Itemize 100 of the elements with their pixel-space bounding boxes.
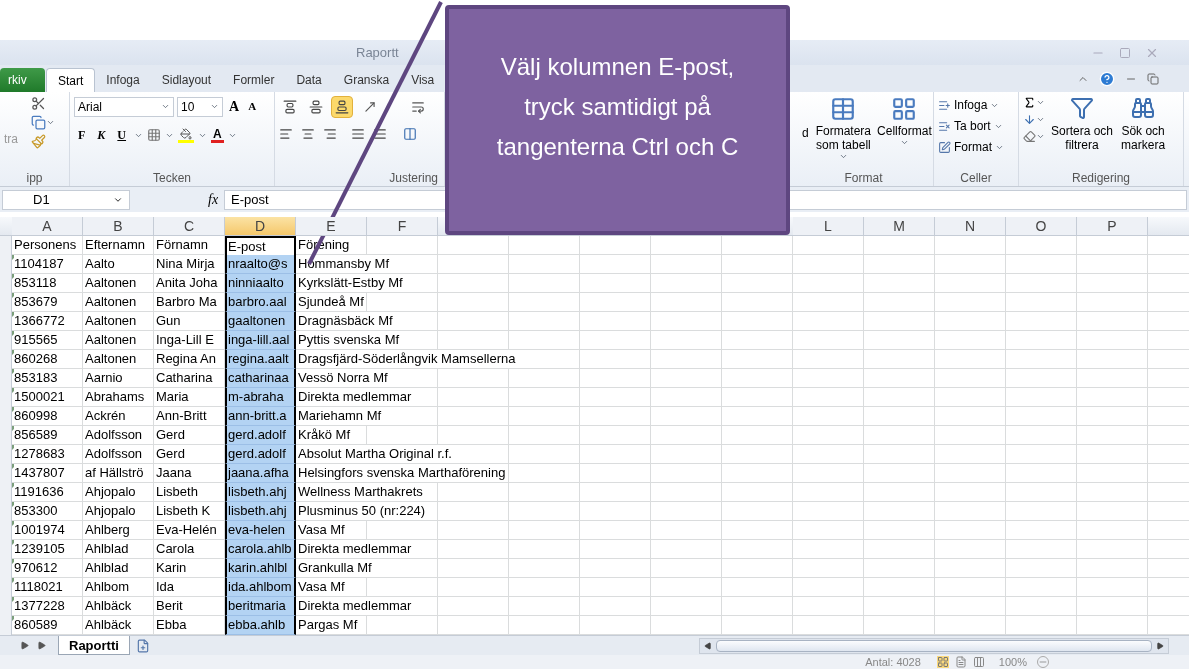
orientation-button[interactable]: [363, 100, 377, 114]
column-header[interactable]: B: [83, 217, 154, 236]
table-cell: nraalto@s: [225, 255, 296, 274]
table-cell: Absolut Martha Original r.f.: [298, 445, 452, 463]
grow-font-button[interactable]: A: [226, 96, 243, 117]
page-layout-view-icon[interactable]: [954, 656, 967, 668]
column-header[interactable]: A: [12, 217, 83, 236]
group-label: Justering: [389, 170, 438, 187]
copy-button[interactable]: [31, 115, 55, 130]
sheet-tab[interactable]: Raportti: [58, 636, 130, 655]
ribbon-small-button[interactable]: Ta bort: [938, 117, 1004, 135]
help-icon[interactable]: [1099, 71, 1115, 87]
last-sheet-icon[interactable]: [37, 641, 46, 650]
ribbon-tab[interactable]: Infoga: [95, 68, 151, 92]
file-tab[interactable]: rkiv: [0, 68, 45, 92]
table-cell: gaaltonen: [225, 312, 296, 331]
clear-button[interactable]: [1023, 130, 1045, 143]
ribbon-tab[interactable]: Sidlayout: [150, 68, 223, 92]
scissors-icon: [31, 96, 46, 111]
fill-button[interactable]: [1023, 113, 1045, 126]
font-family-field[interactable]: Arial: [74, 96, 174, 117]
indent-icon[interactable]: [351, 127, 365, 141]
column-header[interactable]: P: [1077, 217, 1148, 236]
column-header[interactable]: D: [225, 217, 296, 236]
column-header[interactable]: E: [296, 217, 367, 236]
ribbon-large-button[interactable]: Cellformat: [874, 96, 935, 147]
vertical-align-button[interactable]: [331, 96, 353, 118]
merge-cells-icon[interactable]: [403, 127, 417, 141]
fill-color-button[interactable]: [178, 127, 195, 143]
table-cell: Grankulla Mf: [298, 559, 372, 577]
table-cell: eva-helen: [225, 521, 296, 540]
table-cell: Direkta medlemmar: [298, 540, 412, 558]
group-label: Format: [844, 170, 883, 187]
ribbon-large-button[interactable]: Sortera och filtrera: [1049, 96, 1116, 152]
ribbon-large-button[interactable]: Sök och markera: [1119, 96, 1168, 152]
page-break-view-icon[interactable]: [972, 656, 985, 668]
ribbon-tab[interactable]: Start: [46, 68, 96, 92]
status-count: Antal: 4028: [865, 656, 921, 668]
column-header[interactable]: C: [154, 217, 225, 236]
table-cell: Plusminus 50 (nr:224): [298, 502, 426, 520]
group-label: ipp: [26, 170, 43, 187]
ribbon-tab[interactable]: Granska: [332, 68, 401, 92]
table-cell: regina.aalt: [225, 350, 296, 369]
paste-label: tra: [4, 131, 18, 148]
column-header[interactable]: M: [864, 217, 935, 236]
column-header[interactable]: F: [367, 217, 438, 236]
borders-button[interactable]: [147, 128, 162, 142]
table-cell: ann-britt.a: [225, 407, 296, 426]
sum-button[interactable]: [1023, 96, 1045, 109]
table-cell: ebba.ahlb: [225, 616, 296, 635]
table-cell: E-post: [225, 236, 296, 255]
binoculars-icon: [1131, 96, 1156, 120]
table-cell: catharinaa: [225, 369, 296, 388]
funnel-icon: [1070, 96, 1094, 120]
name-box[interactable]: D1: [2, 189, 130, 210]
column-header[interactable]: N: [935, 217, 1006, 236]
font-family-value: Arial: [78, 98, 102, 116]
window-title: Raportt: [356, 43, 399, 62]
paint-bucket-icon: [179, 127, 194, 140]
ribbon-tab[interactable]: Formler: [222, 68, 286, 92]
caret-icon: [210, 102, 219, 111]
font-style-button[interactable]: F: [74, 126, 90, 144]
column-header[interactable]: O: [1006, 217, 1077, 236]
insert-sheet-icon[interactable]: [135, 638, 150, 653]
copy-icon: [31, 115, 46, 130]
eraser-icon: [1023, 130, 1036, 143]
normal-view-icon[interactable]: [936, 656, 949, 668]
indent-icon[interactable]: [373, 127, 387, 141]
paintbrush-icon: [31, 134, 46, 149]
shrink-font-button[interactable]: A: [245, 98, 260, 115]
table-cell: barbro.aal: [225, 293, 296, 312]
caret-icon: [46, 118, 55, 127]
font-size-field[interactable]: 10: [177, 96, 223, 117]
align-icon: [283, 100, 297, 114]
align-center-icon[interactable]: [301, 127, 315, 141]
arrow-down-icon: [1023, 113, 1036, 126]
next-sheet-icon[interactable]: [20, 641, 29, 650]
group-label: Redigering: [1071, 170, 1130, 187]
ribbon-tab[interactable]: Visa: [400, 68, 446, 92]
restore-icon[interactable]: [1147, 73, 1159, 85]
align-left-icon[interactable]: [279, 127, 293, 141]
ribbon-small-button[interactable]: Format: [938, 138, 1004, 156]
column-header[interactable]: L: [793, 217, 864, 236]
ribbon-large-button[interactable]: Formatera som tabell: [812, 96, 875, 161]
ribbon-tab[interactable]: Data: [285, 68, 333, 92]
horizontal-scrollbar[interactable]: [699, 637, 1169, 654]
align-right-icon[interactable]: [323, 127, 337, 141]
ribbon-small-button[interactable]: Infoga: [938, 96, 1004, 114]
table-cell: Pyttis svenska Mf: [298, 331, 400, 349]
diagonal-arrow-icon: [363, 100, 377, 114]
fill-color-bar: [178, 139, 195, 143]
table-cell: m-abraha: [225, 388, 296, 407]
font-style-button[interactable]: U: [113, 126, 131, 144]
font-color-button[interactable]: A: [211, 127, 224, 143]
sigma-icon: [1023, 96, 1036, 109]
table-cell: Wellness Marthakrets: [298, 483, 423, 501]
font-style-button[interactable]: K: [93, 126, 110, 144]
function-label[interactable]: fx: [208, 189, 219, 210]
wrap-text-button[interactable]: [411, 100, 425, 114]
group-label: Tecken: [153, 170, 191, 187]
